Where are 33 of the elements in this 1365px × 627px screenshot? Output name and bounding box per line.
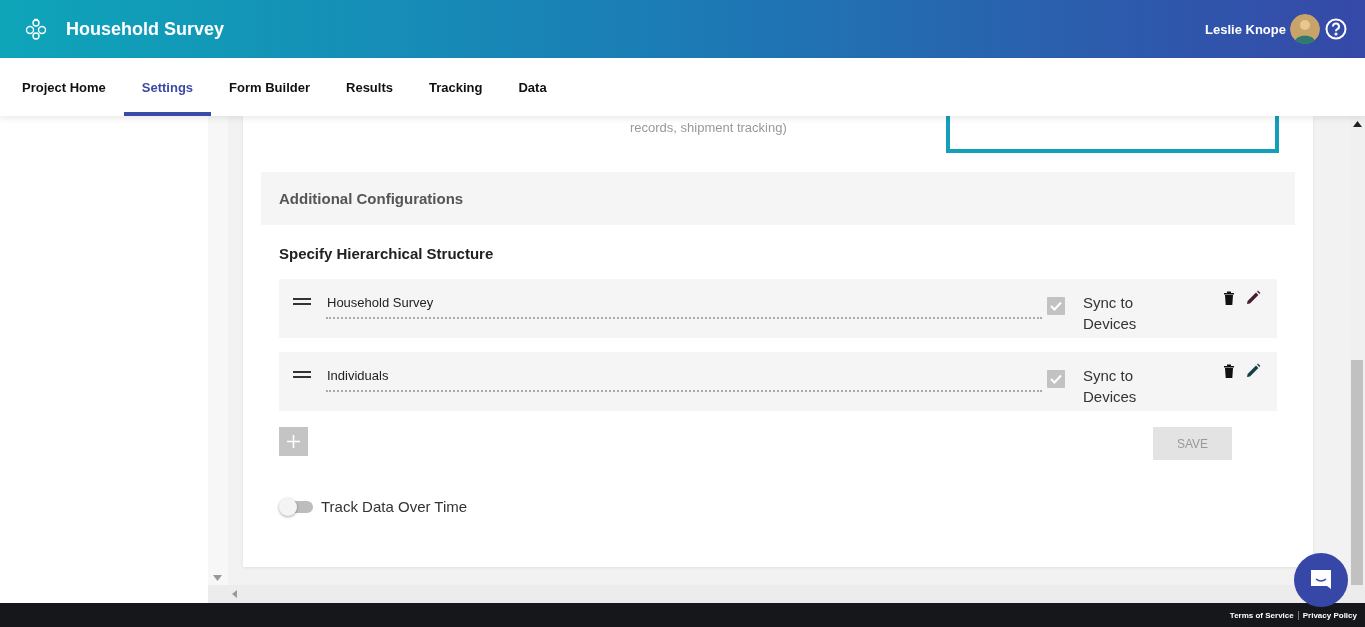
- sync-label: Sync to Devices: [1083, 293, 1138, 334]
- scroll-up-icon[interactable]: [1353, 121, 1362, 127]
- pencil-icon[interactable]: [1245, 363, 1261, 379]
- pencil-icon[interactable]: [1245, 290, 1261, 306]
- sync-checkbox[interactable]: [1047, 297, 1065, 315]
- level-name-field[interactable]: Household Survey: [326, 279, 1042, 319]
- drag-handle-icon[interactable]: [293, 370, 311, 380]
- section-header: Additional Configurations: [261, 172, 1295, 225]
- privacy-link[interactable]: Privacy Policy: [1302, 610, 1357, 620]
- trash-icon[interactable]: [1221, 290, 1237, 306]
- scrollbar[interactable]: [208, 116, 228, 585]
- avatar[interactable]: [1290, 14, 1320, 44]
- trash-icon[interactable]: [1221, 363, 1237, 379]
- help-icon[interactable]: [1325, 18, 1347, 40]
- toggle-switch[interactable]: [279, 498, 313, 515]
- toggle-label: Track Data Over Time: [321, 498, 468, 515]
- nav-tab[interactable]: Form Builder: [211, 58, 328, 116]
- description-text: records, shipment tracking): [630, 119, 788, 137]
- user-name[interactable]: Leslie Knope: [1205, 21, 1286, 37]
- nav-tab[interactable]: Data: [500, 58, 565, 116]
- text-area[interactable]: [946, 116, 1279, 153]
- drag-handle-icon[interactable]: [293, 297, 311, 307]
- subsection-title: Specify Hierarchical Structure: [279, 245, 495, 264]
- logo-icon: [24, 17, 48, 41]
- sync-checkbox[interactable]: [1047, 370, 1065, 388]
- sync-label: Sync to Devices: [1083, 366, 1138, 407]
- app-title: Household Survey: [66, 18, 225, 40]
- terms-link[interactable]: Terms of Service: [1229, 610, 1294, 620]
- level-name-field[interactable]: Individuals: [326, 352, 1042, 392]
- nav-tab[interactable]: Project Home: [4, 58, 124, 116]
- scroll-down-icon[interactable]: [213, 575, 222, 581]
- nav-tab[interactable]: Tracking: [411, 58, 501, 116]
- nav-tab[interactable]: Results: [328, 58, 411, 116]
